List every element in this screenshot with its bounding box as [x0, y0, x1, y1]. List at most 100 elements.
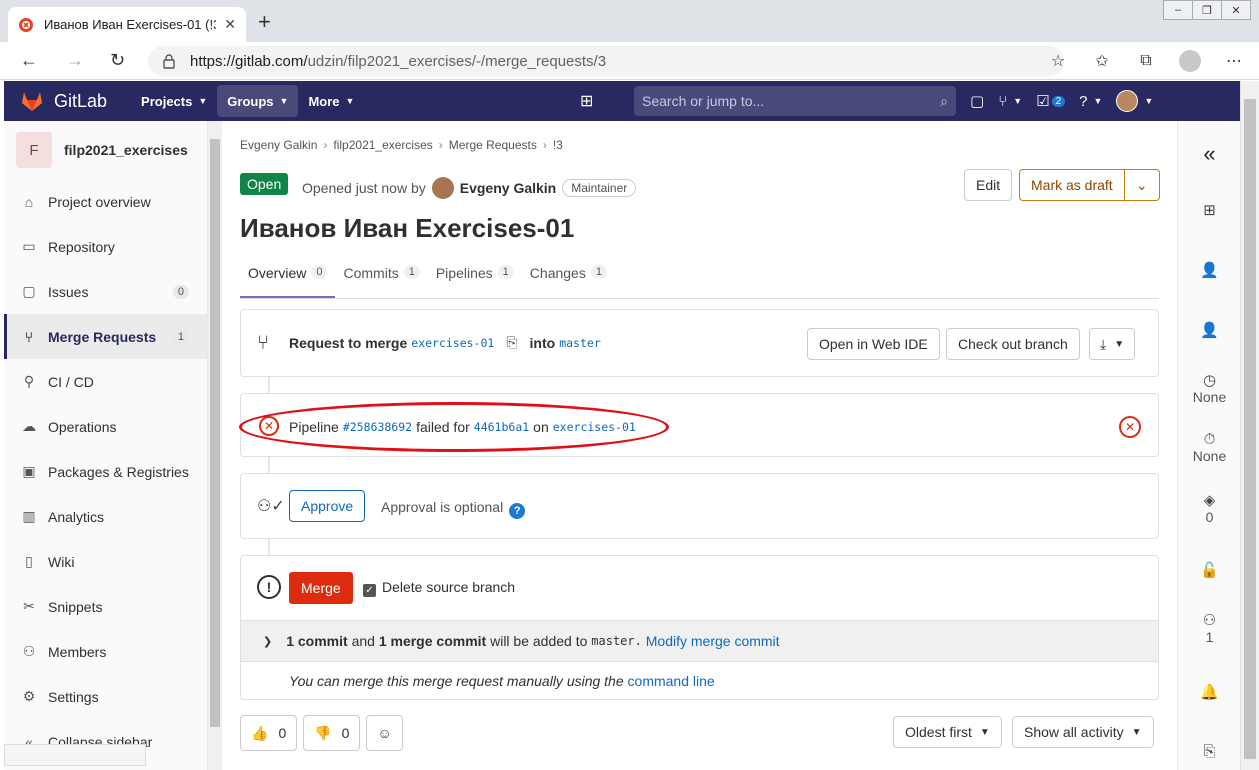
add-reaction-button[interactable]: ☺ [366, 715, 403, 751]
merge-requests-nav-icon[interactable]: ⑂ ▼ [998, 93, 1022, 110]
check-out-branch-button[interactable]: Check out branch [946, 328, 1080, 360]
failed-stage-icon[interactable]: ✕ [1119, 416, 1141, 438]
tab-overview[interactable]: Overview 0 [240, 259, 336, 298]
mark-as-draft-button[interactable]: Mark as draft ⌄ [1019, 169, 1160, 201]
new-tab-icon[interactable]: + [258, 11, 271, 33]
tab-changes[interactable]: Changes 1 [522, 259, 615, 298]
add-favorite-icon[interactable]: ☆ [1047, 50, 1069, 72]
sidebar-item-snippets[interactable]: ✂ Snippets [4, 584, 207, 629]
help-icon[interactable]: ? ▼ [1079, 93, 1102, 110]
pipeline-branch-link[interactable]: exercises-01 [553, 420, 636, 434]
failed-status-icon[interactable]: ✕ [259, 416, 279, 436]
browser-tab[interactable]: Иванов Иван Exercises-01 (!3) · ✕ [8, 7, 246, 42]
sidebar-item-wiki[interactable]: ▯ Wiki [4, 539, 207, 584]
pipeline-id-link[interactable]: #258638692 [343, 420, 412, 434]
settings-icon: ⚙ [22, 688, 36, 704]
commit-summary-row[interactable]: ❯ 1 commit and 1 merge commit will be ad… [241, 620, 1158, 662]
sidebar-item-repository[interactable]: ▭ Repository [4, 224, 207, 269]
breadcrumb-mr-id[interactable]: !3 [553, 138, 563, 152]
sidebar-item-issues[interactable]: ▢ Issues 0 [4, 269, 207, 314]
sidebar-item-label: Issues [48, 283, 89, 300]
target-branch[interactable]: master [559, 336, 601, 350]
minimize-icon[interactable]: – [1163, 0, 1193, 20]
sidebar-item-members[interactable]: ⚇ Members [4, 629, 207, 674]
modify-merge-commit-link[interactable]: Modify merge commit [646, 633, 780, 649]
thumbs-down-icon: 👎 [314, 724, 332, 741]
copy-branch-icon[interactable]: ⎘ [506, 334, 517, 351]
approve-button[interactable]: Approve [289, 490, 366, 522]
copy-reference-icon[interactable]: ⎘ [1178, 743, 1241, 760]
sidebar-item-settings[interactable]: ⚙ Settings [4, 674, 207, 719]
collapse-right-sidebar-icon[interactable]: « [1178, 141, 1241, 167]
sidebar-item-analytics[interactable]: ▥ Analytics [4, 494, 207, 539]
breadcrumb-project[interactable]: filp2021_exercises [333, 138, 432, 152]
lock-section[interactable]: 🔓 [1178, 561, 1241, 579]
sidebar-scrollbar[interactable] [208, 121, 222, 770]
url-path: udzin/filp2021_exercises/-/merge_request… [307, 52, 607, 70]
search-input[interactable]: Search or jump to... ⌕ [634, 86, 956, 116]
gitlab-logo-icon[interactable] [20, 90, 44, 112]
projects-menu[interactable]: Projects ▼ [131, 85, 217, 117]
sidebar-item-project-overview[interactable]: ⌂ Project overview [4, 179, 207, 224]
breadcrumb-user[interactable]: Evgeny Galkin [240, 138, 317, 152]
sidebar-item-merge-requests[interactable]: ⑂ Merge Requests 1 [4, 314, 207, 359]
groups-menu[interactable]: Groups ▼ [217, 85, 299, 117]
labels-section[interactable]: ◈ 0 [1178, 491, 1241, 525]
users-icon: ⚇ [22, 643, 36, 659]
chevron-right-icon[interactable]: ❯ [263, 635, 272, 648]
avatar [1116, 90, 1139, 112]
activity-filter-dropdown[interactable]: Show all activity ▼ [1012, 716, 1154, 748]
breadcrumb-merge-requests[interactable]: Merge Requests [449, 138, 537, 152]
more-menu[interactable]: More ▼ [298, 85, 364, 117]
author-name[interactable]: Evgeny Galkin [460, 180, 556, 196]
new-item-icon[interactable]: ⊞ [580, 91, 593, 111]
restore-icon[interactable]: ❐ [1192, 0, 1222, 20]
thumbs-down-button[interactable]: 👎 0 [303, 715, 361, 751]
time-tracking-value: None [1192, 448, 1227, 464]
avatar[interactable] [431, 177, 454, 199]
todos-icon[interactable]: ☑ 2 [1036, 92, 1066, 110]
favorites-icon[interactable]: ✩ [1091, 50, 1113, 72]
reviewer-icon[interactable]: 👤 [1178, 321, 1241, 339]
notifications-icon[interactable]: 🔔 [1178, 683, 1241, 701]
close-window-icon[interactable]: ✕ [1221, 0, 1251, 20]
sort-dropdown[interactable]: Oldest first ▼ [893, 716, 1002, 748]
thumbs-up-button[interactable]: 👍 0 [240, 715, 298, 751]
window-controls: – ❐ ✕ [1163, 0, 1251, 20]
source-branch[interactable]: exercises-01 [411, 336, 494, 350]
browser-menu-icon[interactable]: ⋯ [1223, 50, 1245, 72]
assignee-icon[interactable]: 👤 [1178, 261, 1241, 279]
profile-icon[interactable] [1179, 50, 1201, 72]
question-icon[interactable]: ? [509, 503, 526, 519]
sidebar-item-operations[interactable]: ☁ Operations [4, 404, 207, 449]
milestone-section[interactable]: ◷ None [1178, 371, 1241, 405]
command-line-link[interactable]: command line [628, 673, 715, 689]
back-icon[interactable]: ← [20, 50, 38, 71]
sidebar-item-packages[interactable]: ▣ Packages & Registries [4, 449, 207, 494]
time-tracking-section[interactable]: ⏱ None [1178, 431, 1241, 464]
sidebar-item-ci-cd[interactable]: ⚲ CI / CD [4, 359, 207, 404]
tab-pipelines[interactable]: Pipelines 1 [428, 259, 522, 298]
delete-source-branch-checkbox[interactable]: ✓ Delete source branch [363, 579, 515, 597]
edit-button[interactable]: Edit [964, 169, 1013, 201]
status-badge: Open [240, 173, 289, 195]
participants-section[interactable]: ⚇ 1 [1178, 611, 1241, 645]
download-dropdown[interactable]: ⤓ ▼ [1089, 328, 1136, 360]
merge-button[interactable]: Merge [289, 572, 353, 604]
forward-icon[interactable]: → [66, 50, 84, 71]
sidebar-item-label: CI / CD [48, 373, 94, 390]
tab-commits[interactable]: Commits 1 [335, 259, 427, 298]
tab-close-icon[interactable]: ✕ [224, 16, 236, 33]
issues-nav-icon[interactable]: ▢ [970, 92, 984, 110]
user-menu[interactable]: ▼ [1116, 90, 1153, 112]
project-header[interactable]: F filp2021_exercises [4, 121, 207, 179]
commit-sha-link[interactable]: 4461b6a1 [474, 420, 529, 434]
open-web-ide-button[interactable]: Open in Web IDE [807, 328, 940, 360]
url-field[interactable]: https://gitlab.com/udzin/filp2021_exerci… [148, 46, 1064, 76]
gitlab-brand[interactable]: GitLab [54, 91, 107, 112]
page-scrollbar[interactable] [1240, 81, 1259, 770]
todo-add-icon[interactable]: ⊞ [1178, 201, 1241, 219]
reload-icon[interactable]: ↻ [110, 50, 125, 71]
chevron-down-icon[interactable]: ⌄ [1125, 177, 1159, 194]
collections-icon[interactable]: ⧉ [1135, 50, 1157, 72]
